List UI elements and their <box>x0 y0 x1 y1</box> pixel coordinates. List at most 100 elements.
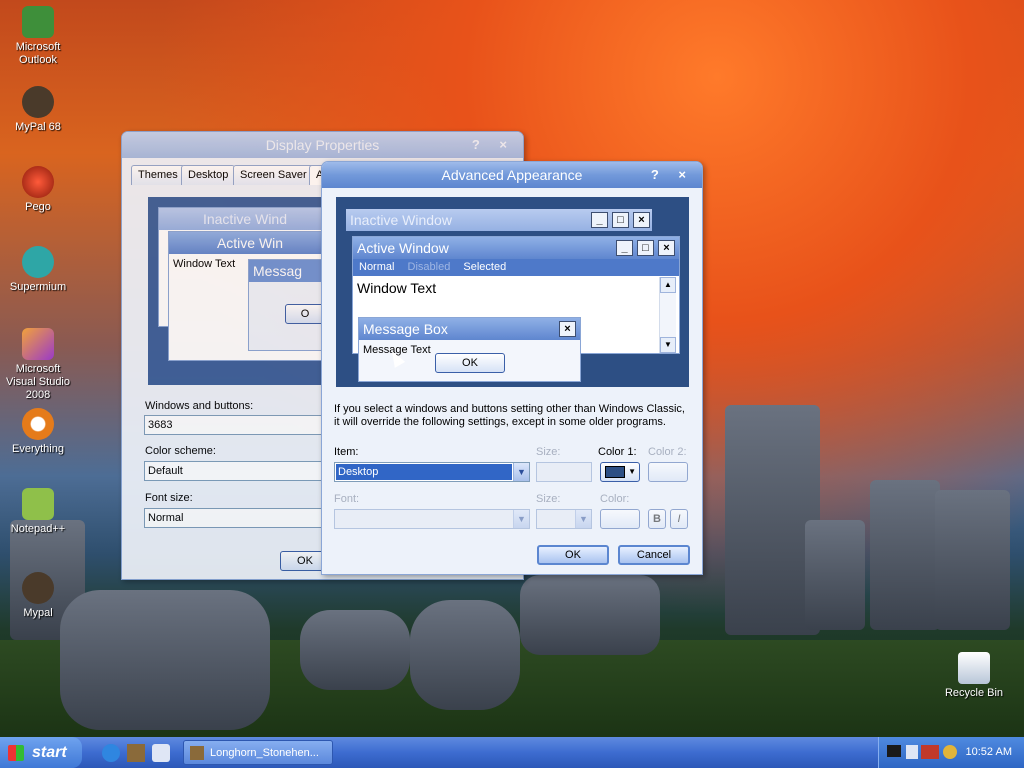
color1-picker[interactable]: ▼ <box>600 462 640 482</box>
preview-inactive-window: Inactive Window _ □ × <box>346 209 652 231</box>
preview-menu-selected: Selected <box>463 261 507 273</box>
fallen-stone <box>410 600 520 710</box>
desktop-icon-supermium[interactable]: Supermium <box>0 246 76 294</box>
network-icon[interactable] <box>921 745 939 759</box>
font-size-dropdown[interactable]: ▼ <box>536 509 592 529</box>
desktop-icon-mypal[interactable]: Mypal <box>0 572 76 620</box>
desktop-icon-notepadpp[interactable]: Notepad++ <box>0 488 76 536</box>
desktop-icon-label: Pego <box>25 201 51 213</box>
desktop-icon-everything[interactable]: Everything <box>0 408 76 456</box>
ie-icon[interactable] <box>102 744 120 762</box>
font-color-picker[interactable] <box>600 509 640 529</box>
color1-swatch <box>605 466 625 478</box>
preview-ok-button: O <box>285 304 325 324</box>
close-icon: × <box>559 321 576 337</box>
start-label: start <box>32 744 67 761</box>
desktop-icon-visual-studio[interactable]: Microsoft Visual Studio 2008 <box>0 328 76 402</box>
system-tray: 10:52 AM <box>878 737 1024 768</box>
close-icon: × <box>658 240 675 256</box>
preview-message-box: Message Box × Message Text OK <box>358 317 581 382</box>
minimize-icon: _ <box>616 240 633 256</box>
item-dropdown[interactable]: Desktop ▼ <box>334 462 530 482</box>
font-size-dropdown[interactable]: Normal <box>144 508 324 528</box>
help-close-buttons[interactable]: ? × <box>472 132 515 158</box>
display-properties-titlebar[interactable]: Display Properties ? × <box>122 132 523 158</box>
appearance-preview: Inactive Wind Active Win Window Text Mes… <box>148 197 328 385</box>
desktop-icon-mypal68[interactable]: MyPal 68 <box>0 86 76 134</box>
window-title: Advanced Appearance <box>441 167 583 183</box>
color-scheme-dropdown[interactable]: Default <box>144 461 324 481</box>
chevron-down-icon: ▼ <box>628 467 636 476</box>
desktop-icon-recycle-bin[interactable]: Recycle Bin <box>936 652 1012 700</box>
desktop-icon-label: MyPal 68 <box>15 121 61 133</box>
mypal-icon <box>22 86 54 118</box>
italic-button[interactable]: I <box>670 509 688 529</box>
notepadpp-icon <box>22 488 54 520</box>
preview-active-titlebar: Active Window _ □ × <box>353 237 679 259</box>
fallen-stone <box>520 575 660 655</box>
preview-menu-disabled: Disabled <box>407 261 451 273</box>
desktop-icon-label: Mypal <box>23 607 53 619</box>
windows-buttons-dropdown[interactable]: 3683 <box>144 415 324 435</box>
tab-label: Screen Saver <box>240 169 307 181</box>
taskbar-item-label: Longhorn_Stonehen... <box>210 747 319 759</box>
desktop-icon-label: Microsoft Visual Studio 2008 <box>5 363 70 401</box>
ok-button[interactable]: OK <box>537 545 609 565</box>
fallen-stone <box>300 610 410 690</box>
standing-stone <box>935 490 1010 630</box>
desktop-icon-outlook[interactable]: Microsoft Outlook <box>0 6 76 67</box>
tab-label: Themes <box>138 169 178 181</box>
volume-icon[interactable] <box>906 745 918 759</box>
item-label: Item: <box>334 446 359 458</box>
tab-desktop[interactable]: Desktop <box>181 165 236 185</box>
maximize-icon: □ <box>637 240 654 256</box>
preview-inactive-title: Inactive Window <box>350 212 452 228</box>
tab-screen-saver[interactable]: Screen Saver <box>233 165 314 185</box>
chevron-down-icon: ▼ <box>575 510 591 528</box>
preview-message-title: Messag <box>249 260 327 282</box>
help-close-buttons[interactable]: ? × <box>651 162 694 188</box>
home-icon[interactable] <box>127 744 145 762</box>
preview-menu-bar: Normal Disabled Selected <box>353 259 679 276</box>
recycle-bin-icon <box>958 652 990 684</box>
window-title: Display Properties <box>265 137 380 153</box>
tray-app-icon[interactable] <box>943 745 957 759</box>
font-color-label: Color: <box>600 493 630 505</box>
desktop-icon-label: Notepad++ <box>10 523 66 535</box>
pego-icon <box>22 166 54 198</box>
info-text: it will override the following settings,… <box>334 416 666 428</box>
window-switch-icon[interactable] <box>152 744 170 762</box>
scroll-up-icon: ▲ <box>660 277 676 293</box>
keyboard-icon[interactable] <box>887 745 901 757</box>
clock[interactable]: 10:52 AM <box>966 737 1012 768</box>
color1-label: Color 1: <box>598 446 637 458</box>
color-scheme-label: Color scheme: <box>145 445 216 457</box>
desktop-icon-label: Everything <box>12 443 64 455</box>
chevron-down-icon: ▼ <box>513 463 529 481</box>
maximize-icon: □ <box>612 212 629 228</box>
outlook-icon <box>22 6 54 38</box>
everything-icon <box>22 408 54 440</box>
supermium-icon <box>22 246 54 278</box>
tab-themes[interactable]: Themes <box>131 165 185 185</box>
font-size-label: Font size: <box>145 492 193 504</box>
font-dropdown[interactable]: ▼ <box>334 509 530 529</box>
desktop-icon-label: Microsoft Outlook <box>15 41 61 66</box>
advanced-appearance-titlebar[interactable]: Advanced Appearance ? × <box>322 162 702 188</box>
standing-stone <box>805 520 865 630</box>
color2-picker[interactable] <box>648 462 688 482</box>
start-button[interactable]: start <box>0 737 82 768</box>
preview-scrollbar: ▲ ▼ <box>659 277 676 353</box>
taskbar-item-longhorn[interactable]: Longhorn_Stonehen... <box>183 740 333 765</box>
standing-stone <box>870 480 940 630</box>
bold-button[interactable]: B <box>648 509 666 529</box>
desktop-icon-pego[interactable]: Pego <box>0 166 76 214</box>
item-selected-value: Desktop <box>336 464 512 480</box>
windows-buttons-label: Windows and buttons: <box>145 400 254 412</box>
preview-active-title: Active Win <box>169 232 327 254</box>
close-icon: × <box>633 212 650 228</box>
cancel-button[interactable]: Cancel <box>618 545 690 565</box>
size-spinner[interactable] <box>536 462 592 482</box>
fallen-stone <box>60 590 270 730</box>
preview-message-box: Messag O <box>248 259 328 351</box>
